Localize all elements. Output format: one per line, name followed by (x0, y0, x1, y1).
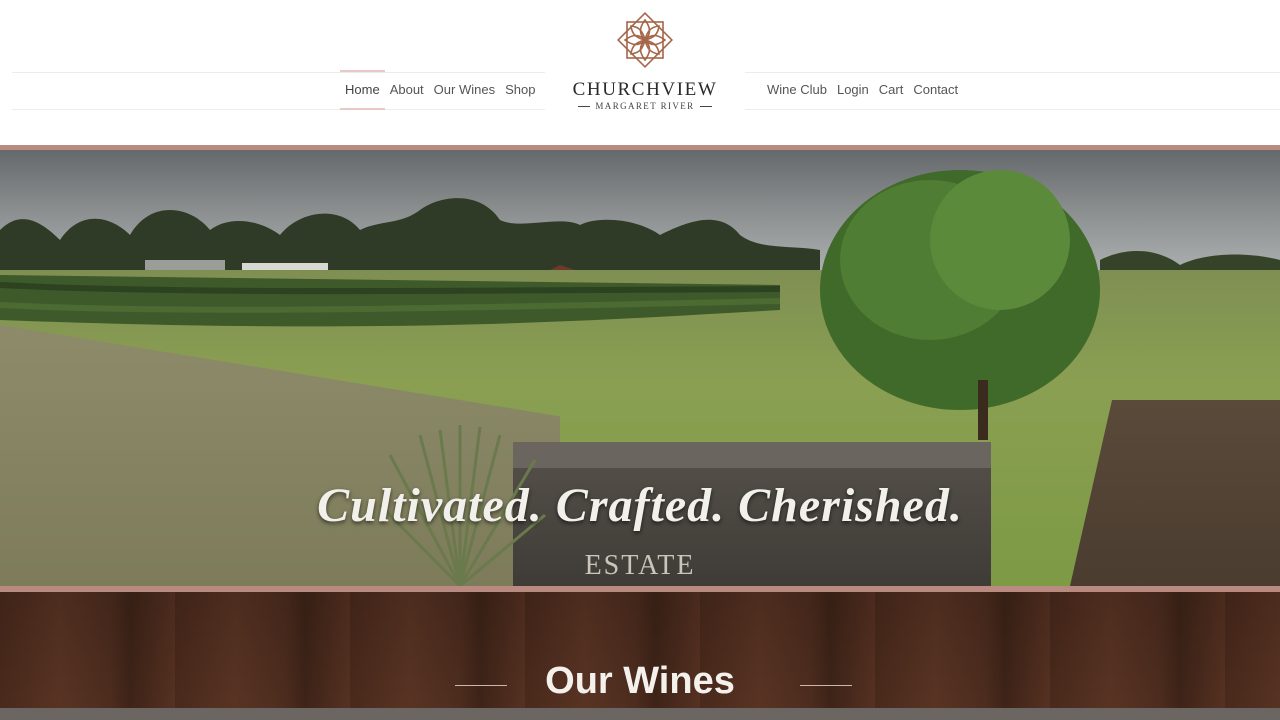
nav-cart[interactable]: Cart (874, 72, 909, 108)
nav-our-wines[interactable]: Our Wines (429, 72, 500, 108)
nav-login[interactable]: Login (832, 72, 874, 108)
primary-nav-left: Home About Our Wines Shop (340, 70, 540, 110)
hero-vineyard-rows (0, 275, 780, 327)
flower-rosette-icon (616, 11, 674, 69)
nav-home[interactable]: Home (340, 70, 385, 110)
nav-shop[interactable]: Shop (500, 72, 540, 108)
estate-sign-text: ESTATE (584, 550, 696, 581)
hero-tagline: Cultivated. Crafted. Cherished. (317, 479, 963, 532)
estate-sign-top (513, 442, 991, 468)
wood-bottom-strip (0, 708, 1280, 720)
site-logo[interactable]: CHURCHVIEW MARGARET RIVER (545, 0, 745, 145)
logo-wordmark: CHURCHVIEW (572, 79, 718, 100)
nav-wine-club[interactable]: Wine Club (762, 72, 832, 108)
site-header: Home About Our Wines Shop CHURCHVIEW MAR… (0, 0, 1280, 145)
nav-contact[interactable]: Contact (908, 72, 963, 108)
logo-subtitle: MARGARET RIVER (545, 101, 745, 111)
primary-nav-right: Wine Club Login Cart Contact (762, 72, 963, 108)
section-title: Our Wines (545, 660, 735, 702)
logo-subtitle-text: MARGARET RIVER (595, 101, 695, 111)
nav-about[interactable]: About (385, 72, 429, 108)
hero-tree (820, 170, 1100, 440)
hero-banner: ESTATE Cultivated. Crafted. Cherished. (0, 150, 1280, 586)
